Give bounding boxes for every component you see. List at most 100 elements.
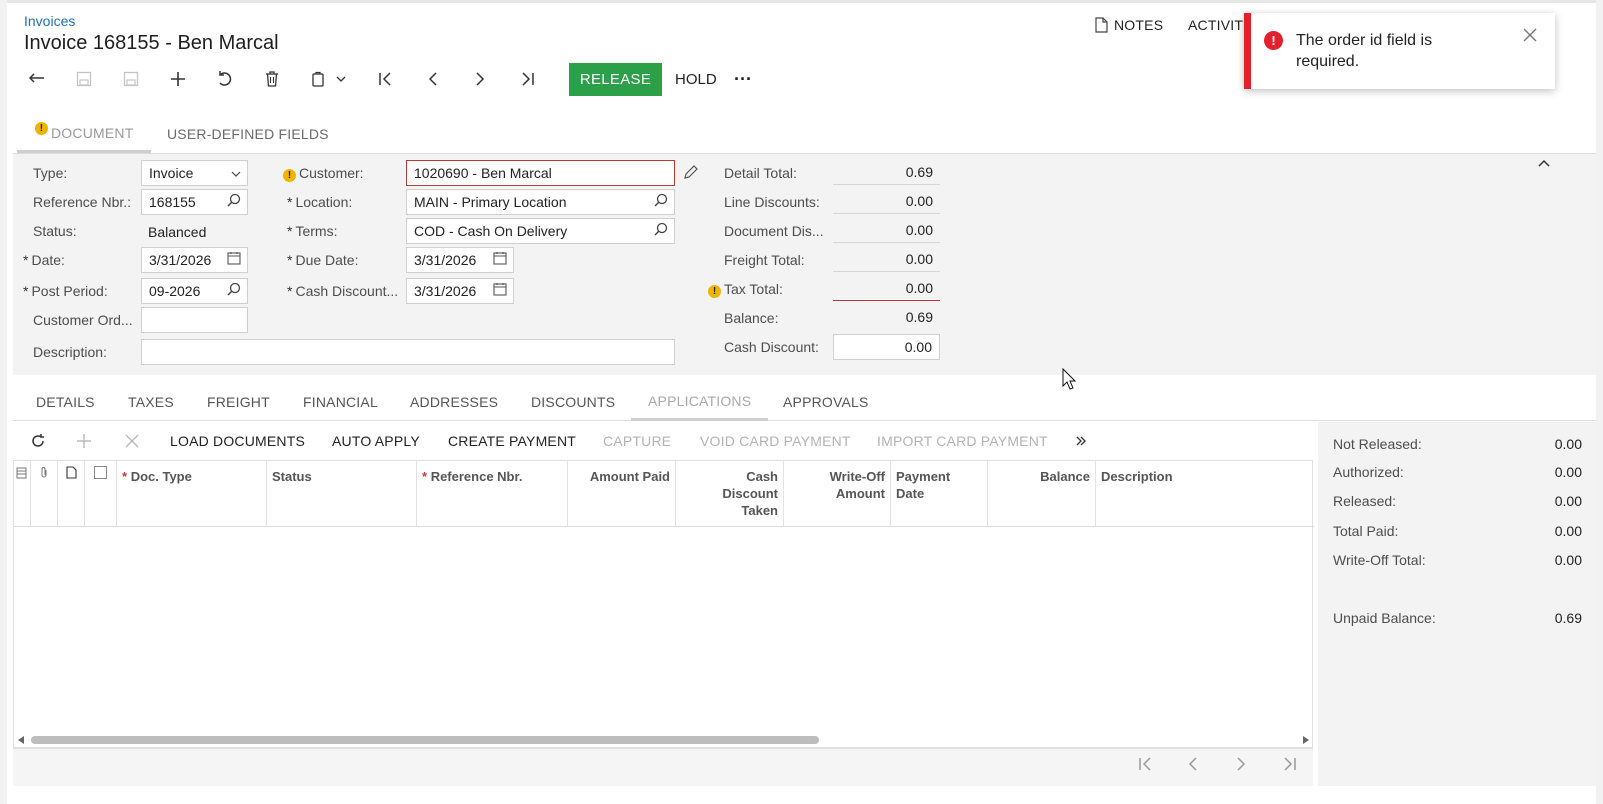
page-last-icon[interactable] — [1281, 755, 1297, 776]
tab-addresses[interactable]: ADDRESSES — [410, 383, 498, 421]
col-cash-discount-taken[interactable]: Cash Discount Taken — [676, 461, 784, 527]
cash-discount-date-field[interactable]: 3/31/2026 — [406, 278, 514, 304]
location-field[interactable]: MAIN - Primary Location — [406, 189, 675, 215]
document-discount-label: Document Dis... — [724, 223, 824, 239]
customer-field[interactable]: 1020690 - Ben Marcal — [406, 160, 675, 186]
calendar-icon[interactable] — [493, 251, 507, 268]
add-icon[interactable] — [163, 62, 193, 96]
notes-button[interactable]: NOTES — [1095, 17, 1163, 33]
col-write-off-amount[interactable]: Write-Off Amount — [784, 461, 891, 527]
tab-document[interactable]: ! DOCUMENT — [17, 115, 152, 153]
tab-user-defined-fields[interactable]: USER-DEFINED FIELDS — [167, 115, 329, 153]
page-next-icon[interactable] — [1236, 755, 1246, 776]
attachment-icon[interactable] — [31, 461, 58, 527]
create-payment-button[interactable]: CREATE PAYMENT — [448, 422, 576, 460]
search-icon[interactable] — [654, 222, 668, 239]
search-icon[interactable] — [227, 193, 241, 210]
tab-applications[interactable]: APPLICATIONS — [631, 383, 769, 421]
reference-nbr-field[interactable]: 168155 — [141, 189, 248, 215]
void-card-payment-button[interactable]: VOID CARD PAYMENT — [700, 422, 851, 460]
scrollbar-thumb[interactable] — [31, 736, 819, 744]
hold-button[interactable]: HOLD — [675, 62, 717, 96]
date-value: 3/31/2026 — [149, 252, 212, 268]
undo-arrow-icon[interactable] — [22, 62, 52, 96]
more-actions-icon[interactable] — [1075, 422, 1087, 460]
search-icon[interactable] — [654, 193, 668, 210]
tab-discounts[interactable]: DISCOUNTS — [531, 383, 615, 421]
date-field[interactable]: 3/31/2026 — [141, 247, 248, 273]
due-date-label: * Due Date: — [287, 252, 359, 268]
delete-icon[interactable] — [257, 62, 287, 96]
release-button[interactable]: RELEASE — [569, 63, 662, 96]
last-icon[interactable] — [512, 62, 542, 96]
col-payment-date[interactable]: Payment Date — [891, 461, 988, 527]
unpaid-balance-value: 0.69 — [1554, 610, 1582, 626]
customer-order-field[interactable] — [141, 307, 248, 333]
post-period-field[interactable]: 09-2026 — [141, 278, 248, 304]
col-amount-paid[interactable]: Amount Paid — [568, 461, 676, 527]
reference-nbr-label: Reference Nbr.: — [33, 194, 132, 210]
activities-label: ACTIVITI — [1188, 17, 1248, 33]
col-doc-type[interactable]: * Doc. Type — [117, 461, 267, 527]
location-label: * Location: — [287, 194, 353, 210]
calendar-icon[interactable] — [227, 251, 241, 268]
auto-apply-button[interactable]: AUTO APPLY — [332, 422, 420, 460]
refresh-icon[interactable] — [30, 422, 46, 460]
tab-details[interactable]: DETAILS — [36, 383, 95, 421]
close-icon[interactable] — [1523, 26, 1537, 47]
notes-label: NOTES — [1114, 17, 1164, 33]
next-icon[interactable] — [465, 62, 495, 96]
col-status[interactable]: Status — [267, 461, 417, 527]
cancel-icon[interactable] — [210, 62, 240, 96]
import-card-payment-button[interactable]: IMPORT CARD PAYMENT — [877, 422, 1048, 460]
delete-row-icon[interactable] — [125, 422, 139, 460]
note-icon[interactable] — [58, 461, 85, 527]
horizontal-scrollbar[interactable] — [14, 731, 1314, 745]
chevron-down-icon[interactable] — [331, 62, 351, 96]
tab-financial[interactable]: FINANCIAL — [303, 383, 378, 421]
edit-pencil-icon[interactable] — [683, 165, 698, 183]
capture-button[interactable]: CAPTURE — [603, 422, 671, 460]
not-released-label: Not Released: — [1333, 436, 1422, 452]
activities-button[interactable]: ACTIVITI — [1188, 17, 1247, 33]
scroll-left-icon[interactable] — [17, 735, 25, 745]
col-reference-nbr[interactable]: * Reference Nbr. — [417, 461, 568, 527]
cash-discount-date-value: 3/31/2026 — [414, 283, 477, 299]
files-column-icon[interactable] — [14, 461, 31, 527]
cash-discount-field[interactable]: 0.00 — [833, 334, 940, 360]
line-discounts-value: 0.00 — [833, 190, 940, 214]
balance-value: 0.69 — [905, 309, 933, 325]
post-period-label: * Post Period: — [23, 283, 108, 299]
save-icon[interactable] — [116, 62, 146, 96]
type-value: Invoice — [149, 165, 194, 181]
col-description[interactable]: Description — [1096, 461, 1314, 527]
tab-freight[interactable]: FREIGHT — [207, 383, 270, 421]
prev-icon[interactable] — [418, 62, 448, 96]
first-icon[interactable] — [371, 62, 401, 96]
location-value: MAIN - Primary Location — [414, 194, 567, 210]
add-row-icon[interactable] — [76, 422, 92, 460]
tab-approvals[interactable]: APPROVALS — [783, 383, 869, 421]
description-field[interactable] — [141, 339, 675, 365]
main-tabs: ! DOCUMENT USER-DEFINED FIELDS — [17, 115, 1597, 153]
copy-paste-icon[interactable] — [304, 62, 334, 96]
breadcrumb[interactable]: Invoices — [24, 13, 75, 29]
type-select[interactable]: Invoice — [141, 160, 248, 186]
col-balance[interactable]: Balance — [988, 461, 1096, 527]
status-label: Status: — [33, 223, 77, 239]
page-prev-icon[interactable] — [1188, 755, 1198, 776]
scroll-right-icon[interactable] — [1302, 735, 1310, 745]
total-paid-value: 0.00 — [1554, 523, 1582, 539]
error-toast: ! The order id field is required. — [1244, 13, 1555, 89]
select-all-checkbox[interactable] — [85, 461, 117, 527]
due-date-field[interactable]: 3/31/2026 — [406, 247, 514, 273]
save-close-icon[interactable] — [69, 62, 99, 96]
more-menu-button[interactable]: ··· — [734, 62, 752, 96]
tab-taxes[interactable]: TAXES — [128, 383, 174, 421]
terms-field[interactable]: COD - Cash On Delivery — [406, 218, 675, 244]
calendar-icon[interactable] — [493, 282, 507, 299]
search-icon[interactable] — [227, 282, 241, 299]
page-first-icon[interactable] — [1138, 755, 1154, 776]
collapse-chevron-icon[interactable] — [1538, 154, 1550, 170]
load-documents-button[interactable]: LOAD DOCUMENTS — [170, 422, 305, 460]
